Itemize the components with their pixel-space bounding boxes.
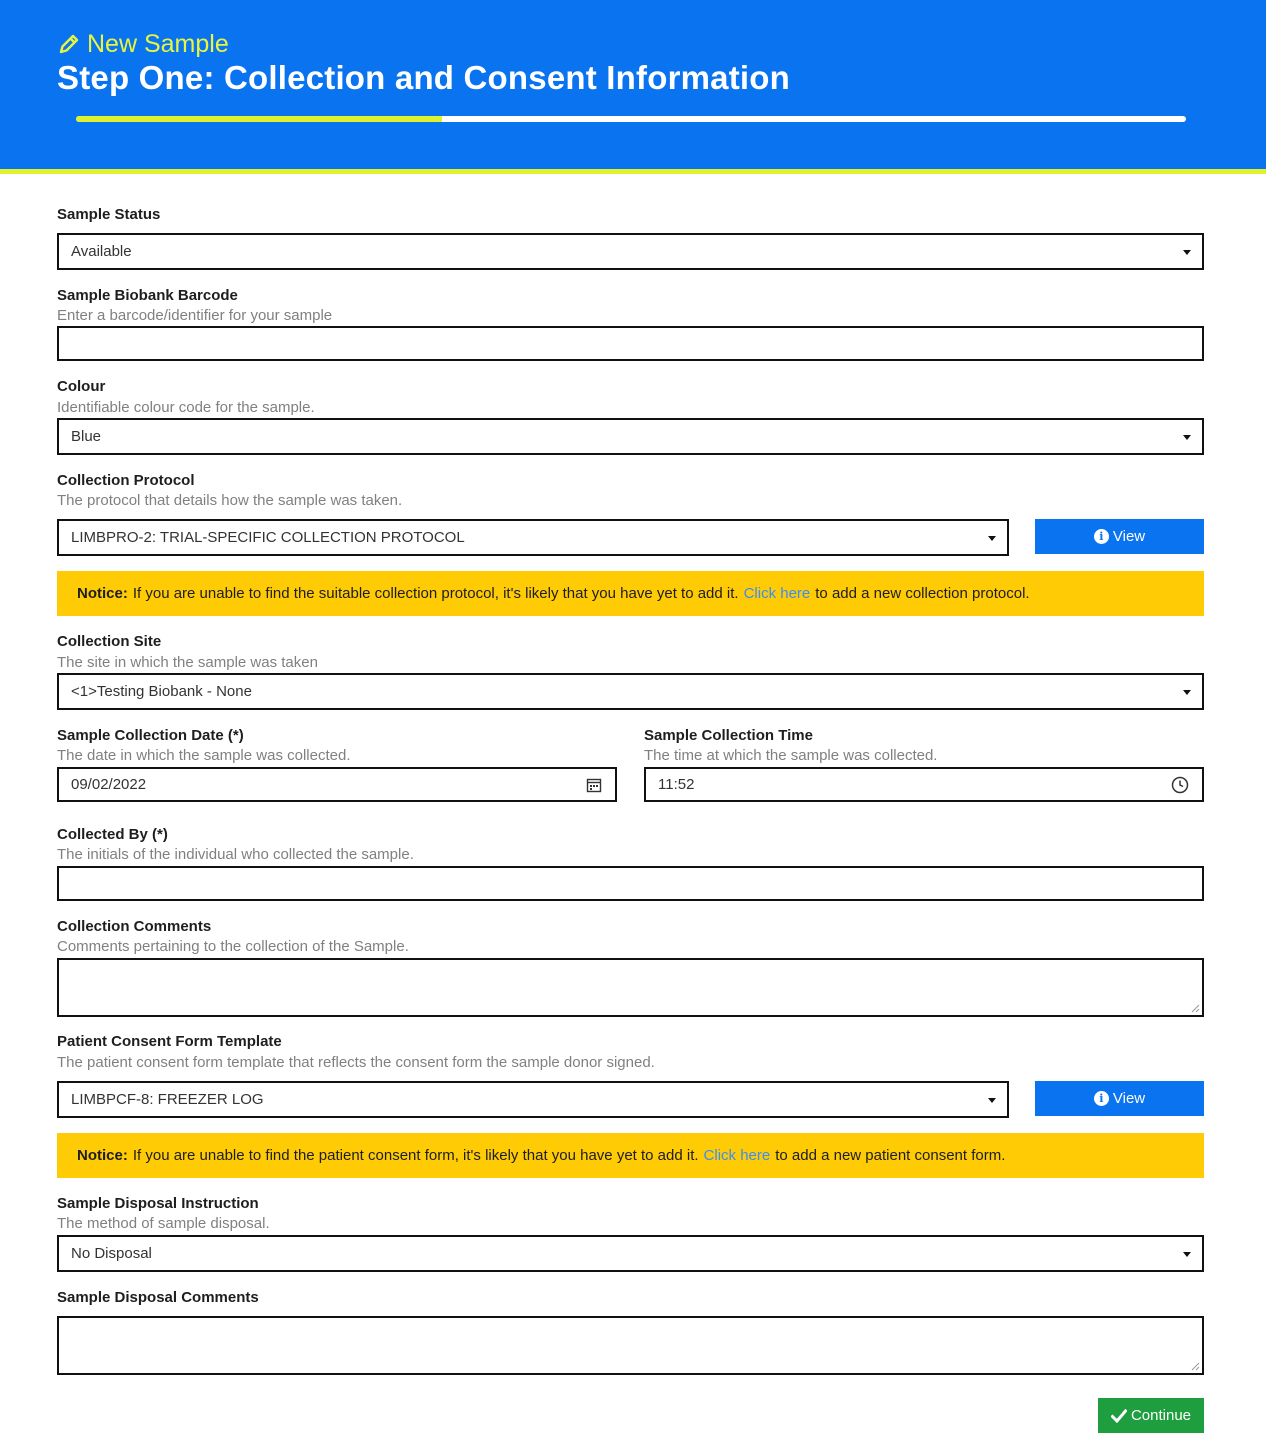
subtitle-text: New Sample (87, 30, 229, 58)
consent-label: Patient Consent Form Template (57, 1033, 282, 1050)
protocol-notice: Notice: If you are unable to find the su… (57, 571, 1204, 616)
consent-hint: The patient consent form template that r… (57, 1054, 655, 1071)
sample-status-label: Sample Status (57, 206, 161, 223)
check-icon (1110, 1408, 1127, 1423)
notice-text: If you are unable to find the suitable c… (132, 585, 739, 602)
consent-select[interactable]: LIMBPCF-8: FREEZER LOG (57, 1081, 1009, 1118)
add-consent-link[interactable]: Click here (704, 1147, 771, 1164)
date-value: 09/02/2022 (71, 776, 147, 793)
comments-textarea[interactable] (57, 958, 1204, 1017)
collected-by-input[interactable] (57, 866, 1204, 901)
notice-strong: Notice: (77, 1147, 128, 1164)
date-input[interactable]: 09/02/2022 (57, 767, 617, 802)
time-hint: The time at which the sample was collect… (644, 747, 938, 764)
site-select[interactable]: <1>Testing Biobank - None (57, 673, 1204, 710)
step-progress-fill (76, 116, 443, 122)
disposal-comments-label: Sample Disposal Comments (57, 1289, 259, 1306)
disposal-comments-textarea[interactable] (57, 1316, 1204, 1375)
protocol-value: LIMBPRO-2: TRIAL-SPECIFIC COLLECTION PRO… (71, 529, 465, 546)
clock-icon[interactable] (1171, 776, 1189, 794)
chevron-down-icon (1183, 1251, 1191, 1257)
disposal-value: No Disposal (71, 1245, 152, 1262)
sample-status-value: Available (71, 243, 132, 260)
chevron-down-icon (1183, 689, 1191, 695)
date-hint: The date in which the sample was collect… (57, 747, 351, 764)
sample-status-select[interactable]: Available (57, 233, 1204, 270)
time-value: 11:52 (658, 776, 695, 793)
barcode-label: Sample Biobank Barcode (57, 287, 238, 304)
info-icon: i (1093, 529, 1109, 544)
continue-button[interactable]: Continue (1098, 1398, 1204, 1433)
protocol-select[interactable]: LIMBPRO-2: TRIAL-SPECIFIC COLLECTION PRO… (57, 519, 1009, 556)
add-protocol-link[interactable]: Click here (744, 585, 811, 602)
resize-grip-icon[interactable] (1191, 1004, 1200, 1013)
site-value: <1>Testing Biobank - None (71, 683, 252, 700)
site-hint: The site in which the sample was taken (57, 654, 318, 671)
protocol-hint: The protocol that details how the sample… (57, 492, 403, 509)
disposal-label: Sample Disposal Instruction (57, 1195, 259, 1212)
barcode-input[interactable] (57, 326, 1204, 361)
colour-hint: Identifiable colour code for the sample. (57, 399, 315, 416)
time-label: Sample Collection Time (644, 727, 813, 744)
consent-notice: Notice: If you are unable to find the pa… (57, 1133, 1204, 1178)
notice-text: If you are unable to find the patient co… (132, 1147, 699, 1164)
step-progress-bar (76, 116, 1186, 122)
collected-by-label: Collected By (*) (57, 826, 168, 843)
site-label: Collection Site (57, 633, 162, 650)
comments-hint: Comments pertaining to the collection of… (57, 938, 409, 955)
notice-strong: Notice: (77, 585, 128, 602)
view-protocol-button[interactable]: i View (1035, 519, 1204, 554)
page-title: Step One: Collection and Consent Informa… (57, 59, 790, 96)
barcode-hint: Enter a barcode/identifier for your samp… (57, 307, 333, 324)
colour-label: Colour (57, 378, 106, 395)
calendar-icon[interactable] (586, 777, 602, 793)
chevron-down-icon (988, 1097, 996, 1103)
notice-text-end: to add a new patient consent form. (775, 1147, 1006, 1164)
time-input[interactable]: 11:52 (644, 767, 1204, 802)
resize-grip-icon[interactable] (1191, 1362, 1200, 1371)
notice-text-end: to add a new collection protocol. (815, 585, 1030, 602)
comments-label: Collection Comments (57, 918, 212, 935)
protocol-label: Collection Protocol (57, 472, 195, 489)
view-consent-label: View (1112, 1090, 1146, 1107)
view-protocol-label: View (1112, 528, 1146, 545)
continue-label: Continue (1130, 1407, 1192, 1424)
colour-value: Blue (71, 428, 102, 445)
disposal-select[interactable]: No Disposal (57, 1235, 1204, 1272)
page-header: New Sample Step One: Collection and Cons… (0, 0, 1266, 174)
chevron-down-icon (1183, 249, 1191, 255)
colour-select[interactable]: Blue (57, 418, 1204, 455)
disposal-hint: The method of sample disposal. (57, 1215, 270, 1232)
date-label: Sample Collection Date (*) (57, 727, 244, 744)
pencil-icon (59, 34, 79, 54)
view-consent-button[interactable]: i View (1035, 1081, 1204, 1116)
info-icon: i (1093, 1091, 1109, 1106)
collected-by-hint: The initials of the individual who colle… (57, 846, 414, 863)
chevron-down-icon (1183, 434, 1191, 440)
chevron-down-icon (988, 535, 996, 541)
consent-value: LIMBPCF-8: FREEZER LOG (71, 1091, 264, 1108)
page-subtitle: New Sample (57, 29, 229, 59)
